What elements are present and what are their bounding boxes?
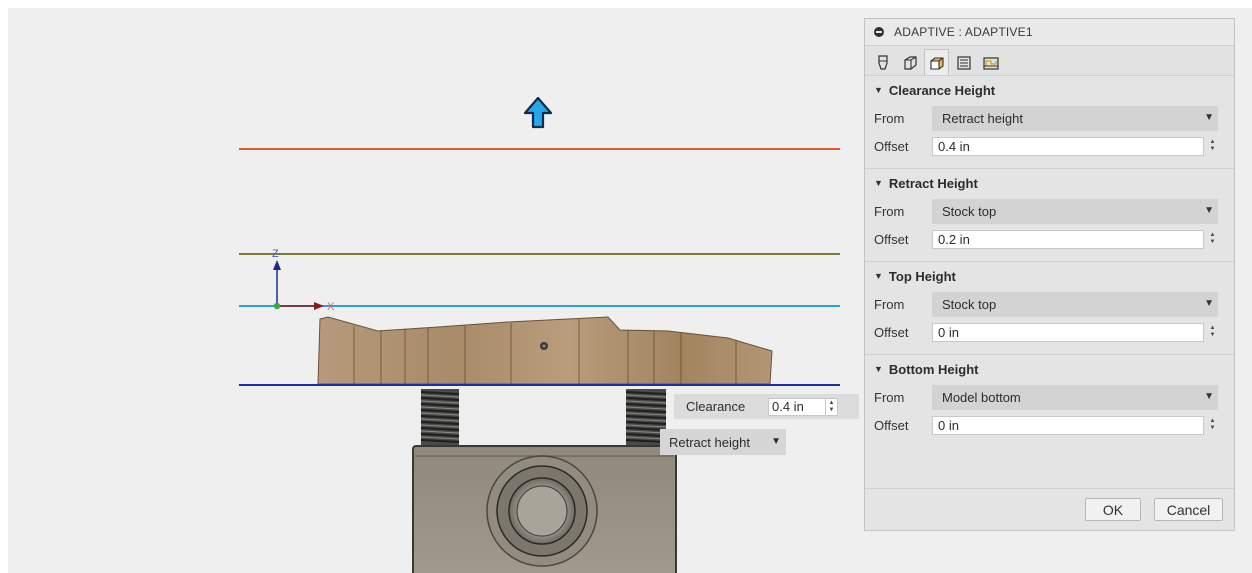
retract-height-dropdown-value: Retract height [669,434,750,450]
bottom-offset-label: Offset [874,417,909,433]
top-height-title: Top Height [888,268,956,284]
heights-icon [929,56,944,70]
dialog-title-bar: ADAPTIVE : ADAPTIVE1 [865,19,1234,46]
clearance-from-value: Retract height [942,110,1023,126]
dialog-title: ADAPTIVE : ADAPTIVE1 [894,25,1033,39]
geometry-icon [903,55,917,70]
tab-tool[interactable] [870,49,895,75]
chevron-down-icon: ▼ [1204,204,1214,216]
axis-z-label: Z [272,248,279,260]
bottom-from-label: From [874,389,905,405]
tab-heights[interactable] [924,49,949,75]
ok-button[interactable]: OK [1085,498,1141,521]
linking-icon [982,56,999,70]
bottom-from-value: Model bottom [942,389,1021,405]
bottom-offset-stepper[interactable]: ▲ ▼ [1208,416,1217,435]
bottom-height-group: ▼ Bottom Height From Model bottom ▼ Offs… [865,355,1234,447]
retract-height-header[interactable]: ▼ Retract Height [865,169,1234,197]
chevron-down-icon: ▼ [1204,390,1214,402]
collapse-triangle-icon: ▼ [874,271,883,281]
clearance-popup-label: Clearance [686,399,746,414]
clearance-popup-stepper[interactable]: ▲ ▼ [826,397,838,416]
passes-icon [956,55,971,70]
clearance-height-title: Clearance Height [888,82,996,98]
clearance-offset-stepper[interactable]: ▲ ▼ [1208,137,1217,156]
top-from-value: Stock top [942,296,997,312]
top-from-select[interactable]: Stock top ▼ [932,291,1218,317]
clearance-height-group: ▼ Clearance Height From Retract height ▼… [865,76,1234,169]
clearance-offset-label: Offset [874,138,909,154]
clearance-offset-input[interactable]: 0.4 in [932,136,1204,156]
dialog-tabs [865,46,1234,76]
axis-triad-icon [273,260,324,310]
tab-geometry[interactable] [897,49,922,75]
retract-from-label: From [874,203,905,219]
clearance-from-select[interactable]: Retract height ▼ [932,105,1218,131]
adaptive-dialog: ADAPTIVE : ADAPTIVE1 ▼ Clearance Height … [864,18,1235,531]
collapse-triangle-icon: ▼ [874,178,883,188]
top-from-label: From [874,296,905,312]
clearance-height-header[interactable]: ▼ Clearance Height [865,76,1234,104]
screw-left [420,389,460,447]
top-offset-label: Offset [874,324,909,340]
fixture-block [412,445,677,573]
bottom-height-title: Bottom Height [888,361,979,377]
top-height-header[interactable]: ▼ Top Height [865,262,1234,290]
tab-passes[interactable] [951,49,976,75]
clearance-popup-input[interactable]: 0.4 in [768,397,826,416]
collapse-icon[interactable] [874,27,884,37]
retract-offset-input[interactable]: 0.2 in [932,229,1204,249]
bottom-height-header[interactable]: ▼ Bottom Height [865,355,1234,383]
retract-from-value: Stock top [942,203,997,219]
top-offset-input[interactable]: 0 in [932,322,1204,342]
bottom-from-select[interactable]: Model bottom ▼ [932,384,1218,410]
chevron-down-icon: ▼ [1204,111,1214,123]
cancel-button[interactable]: Cancel [1154,498,1223,521]
axis-x-label: X [327,301,335,313]
retract-from-select[interactable]: Stock top ▼ [932,198,1218,224]
chevron-down-icon: ▼ [1204,297,1214,309]
bottom-offset-input[interactable]: 0 in [932,415,1204,435]
retract-height-dropdown[interactable]: Retract height ▼ [660,429,786,455]
tool-icon [877,54,888,70]
retract-height-title: Retract Height [888,175,978,191]
collapse-triangle-icon: ▼ [874,364,883,374]
wood-part[interactable] [317,316,773,385]
collapse-triangle-icon: ▼ [874,85,883,95]
top-height-group: ▼ Top Height From Stock top ▼ Offset 0 i… [865,262,1234,355]
chevron-down-icon: ▼ [771,436,781,447]
dialog-footer: OK Cancel [865,488,1234,530]
clearance-drag-arrow-icon[interactable] [523,96,553,129]
retract-offset-stepper[interactable]: ▲ ▼ [1208,230,1217,249]
clearance-popup: Clearance 0.4 in ▲ ▼ [674,394,859,419]
tab-linking[interactable] [978,49,1003,75]
retract-offset-label: Offset [874,231,909,247]
clearance-from-label: From [874,110,905,126]
top-offset-stepper[interactable]: ▲ ▼ [1208,323,1217,342]
retract-height-group: ▼ Retract Height From Stock top ▼ Offset… [865,169,1234,262]
